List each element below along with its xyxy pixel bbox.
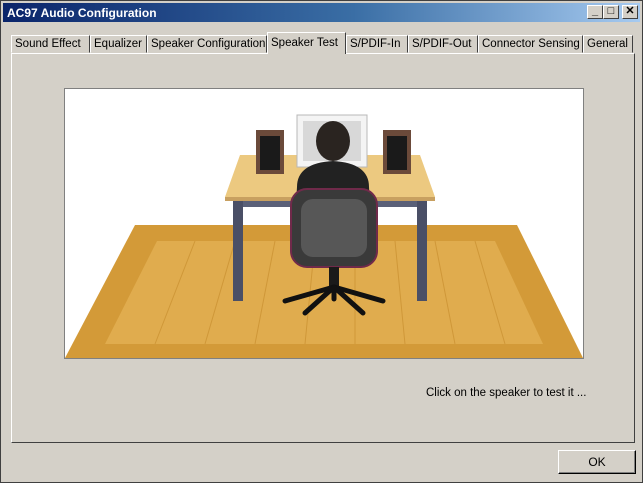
scene-illustration <box>65 114 583 358</box>
left-speaker[interactable] <box>256 130 284 174</box>
speaker-test-hint: Click on the speaker to test it ... <box>426 387 587 399</box>
minimize-button[interactable]: _ <box>587 5 603 19</box>
ok-button[interactable]: OK <box>558 450 636 474</box>
person-head <box>316 121 350 161</box>
desk-leg-left <box>233 197 243 301</box>
desk-leg-right <box>417 197 427 301</box>
speaker-test-scene <box>64 88 584 359</box>
tab-strip: Sound Effect Equalizer Speaker Configura… <box>11 32 636 54</box>
right-speaker[interactable] <box>383 130 411 174</box>
title-bar[interactable]: AC97 Audio Configuration _ □ ✕ <box>3 3 640 22</box>
maximize-button[interactable]: □ <box>603 5 619 19</box>
tab-general[interactable]: General <box>583 35 633 53</box>
window-title: AC97 Audio Configuration <box>7 6 157 20</box>
tab-sound-effect[interactable]: Sound Effect <box>11 35 90 53</box>
tab-spdif-in[interactable]: S/PDIF-In <box>346 35 408 53</box>
dialog-window: AC97 Audio Configuration _ □ ✕ Sound Eff… <box>0 0 643 483</box>
tab-equalizer[interactable]: Equalizer <box>90 35 147 53</box>
tab-speaker-configuration[interactable]: Speaker Configuration <box>147 35 267 53</box>
close-button[interactable]: ✕ <box>622 5 638 19</box>
tab-speaker-test[interactable]: Speaker Test <box>267 32 346 54</box>
tab-connector-sensing[interactable]: Connector Sensing <box>478 35 583 53</box>
tab-spdif-out[interactable]: S/PDIF-Out <box>408 35 478 53</box>
